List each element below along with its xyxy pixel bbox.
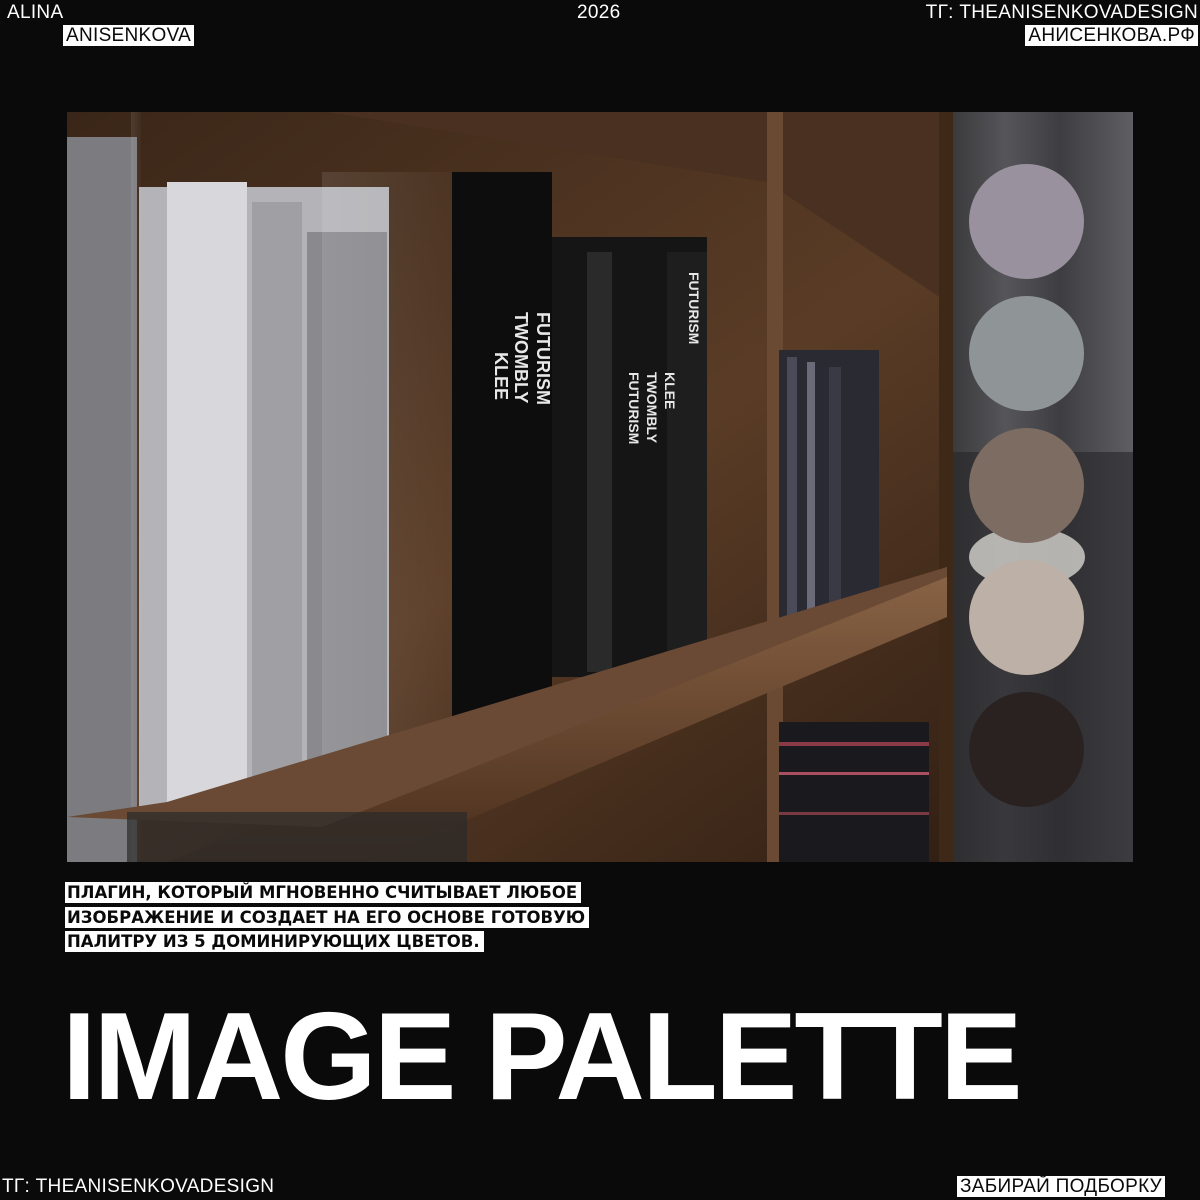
black-book-row [452,172,707,722]
footer-telegram-handle[interactable]: ТГ: THEANISENKOVADESIGN [2,1176,274,1198]
plugin-description-text: ПЛАГИН, КОТОРЫЙ МГНОВЕННО СЧИТЫВАЕТ ЛЮБО… [65,882,590,952]
palette-swatch-taupe[interactable] [969,428,1084,543]
book-spine-title: FUTURISM [533,312,553,405]
palette-card: ALINA ANISENKOVA 2026 ТГ: THEANISENKOVAD… [0,0,1200,1200]
book-spine-title: KLEE [491,352,511,400]
book-spine-title: TWOMBLY [511,312,531,403]
page-title: IMAGE PALETTE [62,988,1023,1126]
author-last-name-label: ANISENKOVA [63,25,195,46]
header-telegram-handle[interactable]: ТГ: THEANISENKOVADESIGN [926,2,1198,24]
book-spine-title: FUTURISM [626,372,642,444]
book-spine-title: TWOMBLY [644,372,660,444]
bookshelf-photo: FUTURISM TWOMBLY KLEE FUTURISM TWOMBLY K… [67,112,1133,862]
author-first-name: ALINA [7,2,64,23]
get-collection-link[interactable]: ЗАБИРАЙ ПОДБОРКУ [957,1176,1166,1198]
get-collection-label: ЗАБИРАЙ ПОДБОРКУ [957,1176,1166,1197]
header-site-label: АНИСЕНКОВА.РФ [1025,25,1198,46]
palette-swatch-beige[interactable] [969,560,1084,675]
book-spine-title: FUTURISM [686,272,702,344]
palette-swatch-blue-grey[interactable] [969,296,1084,411]
plugin-description: ПЛАГИН, КОТОРЫЙ МГНОВЕННО СЧИТЫВАЕТ ЛЮБО… [65,881,635,955]
author-last-name: ANISENKOVA [63,25,195,47]
header-site-link[interactable]: АНИСЕНКОВА.РФ [1025,25,1198,47]
palette-swatch-lavender-grey[interactable] [969,164,1084,279]
palette-swatch-dark-brown[interactable] [969,692,1084,807]
book-spine-title: KLEE [662,372,678,409]
year-label: 2026 [577,2,621,23]
